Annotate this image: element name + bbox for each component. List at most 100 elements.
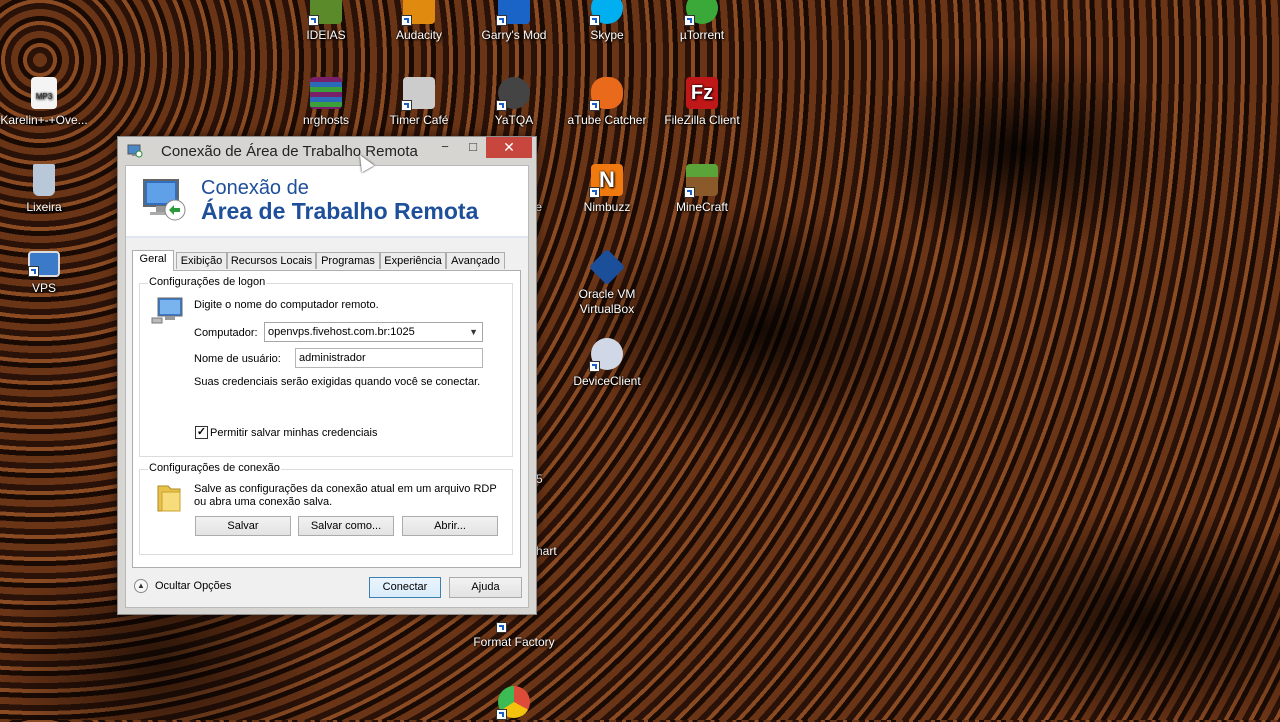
save-credentials-label[interactable]: Permitir salvar minhas credenciais xyxy=(210,427,378,439)
desktop-icon-deviceclient[interactable]: DeviceClient xyxy=(562,338,652,389)
nimbuzz-icon: N xyxy=(589,164,623,198)
virtualbox-icon xyxy=(588,248,626,286)
desktop-icon-partial-4[interactable]: 5 xyxy=(536,472,556,487)
computer-value: openvps.fivehost.com.br:1025 xyxy=(268,326,415,338)
desktop-icon-label: VPS xyxy=(31,281,56,295)
desktop-icon-label: hart xyxy=(536,544,557,558)
remote-desktop-icon xyxy=(28,251,60,277)
desktop-icon-label: FileZilla Client xyxy=(664,113,740,127)
desktop-icon-nrghosts[interactable]: nrghosts xyxy=(281,77,371,128)
dialog-client-area: Conexão de Área de Trabalho Remota Geral… xyxy=(125,165,529,608)
desktop-icon-karelin[interactable]: MP3 Karelin+-+Ove... xyxy=(0,77,89,128)
username-label: Nome de usuário: xyxy=(194,353,281,365)
audio-icon xyxy=(401,0,435,26)
connection-settings-group: Configurações de conexão Salve as config… xyxy=(139,462,513,555)
save-button[interactable]: Salvar xyxy=(195,516,291,536)
banner-divider xyxy=(126,236,528,238)
desktop-icon-label: Nimbuzz xyxy=(583,200,631,214)
help-button[interactable]: Ajuda xyxy=(449,577,522,598)
folder-icon xyxy=(157,485,181,512)
desktop-icon-filezilla[interactable]: Fz FileZilla Client xyxy=(657,77,747,128)
save-credentials-checkbox[interactable]: ✓ xyxy=(195,426,208,439)
computer-label: Computador: xyxy=(194,327,258,339)
desktop-icon-label: DeviceClient xyxy=(573,374,641,388)
desktop-icon-label: Lixeira xyxy=(26,200,62,214)
device-icon xyxy=(589,338,623,372)
logon-intro-text: Digite o nome do computador remoto. xyxy=(194,299,379,311)
recycle-bin-icon xyxy=(33,164,55,196)
logon-group-title: Configurações de logon xyxy=(148,276,267,288)
hide-options-link[interactable]: Ocultar Opções xyxy=(155,580,231,592)
torrent-icon xyxy=(684,0,718,26)
desktop-icon-timer-cafe[interactable]: Timer Café xyxy=(374,77,464,128)
desktop-icon-nimbuzz[interactable]: N Nimbuzz xyxy=(562,164,652,215)
filezilla-icon: Fz xyxy=(686,77,718,109)
title-bar[interactable]: Conexão de Área de Trabalho Remota − □ ✕ xyxy=(118,137,536,165)
desktop-icon-label: Skype xyxy=(590,28,624,42)
banner-title-line1: Conexão de xyxy=(201,177,309,199)
computer-combobox[interactable]: openvps.fivehost.com.br:1025 ▼ xyxy=(264,322,483,342)
computer-icon xyxy=(151,297,183,324)
remote-desktop-banner-icon xyxy=(143,179,186,221)
desktop-icon-label: Format Factory xyxy=(473,635,555,649)
banner-title-line2: Área de Trabalho Remota xyxy=(201,198,479,224)
username-input[interactable] xyxy=(295,348,483,368)
desktop-icon-label: IDEIAS xyxy=(306,28,346,42)
desktop-icon-label: 5 xyxy=(536,472,543,486)
desktop-icon-vps[interactable]: VPS xyxy=(0,251,89,296)
close-button[interactable]: ✕ xyxy=(486,137,532,158)
desktop-icon-ideias[interactable]: IDEIAS xyxy=(281,0,371,43)
desktop-icon-label: MineCraft xyxy=(675,200,728,214)
credentials-note: Suas credenciais serão exigidas quando v… xyxy=(194,376,481,388)
connection-text-line1: Salve as configurações da conexão atual … xyxy=(194,483,497,495)
tab-exibicao[interactable]: Exibição xyxy=(176,252,227,269)
game-icon xyxy=(496,0,530,26)
hand-icon xyxy=(589,77,623,111)
desktop-icon-utorrent[interactable]: µTorrent xyxy=(657,0,747,43)
desktop-icon-label: nrghosts xyxy=(302,113,350,127)
remote-desktop-dialog: Conexão de Área de Trabalho Remota − □ ✕… xyxy=(117,136,537,615)
timer-icon xyxy=(401,77,435,111)
desktop-icon-chrome[interactable] xyxy=(469,686,559,722)
maximize-button[interactable]: □ xyxy=(460,137,486,158)
open-button[interactable]: Abrir... xyxy=(402,516,498,536)
chrome-icon xyxy=(496,686,530,720)
desktop-icon-minecraft[interactable]: MineCraft xyxy=(657,164,747,215)
tab-experiencia[interactable]: Experiência xyxy=(380,252,446,269)
archive-icon xyxy=(310,77,342,109)
desktop-icon-audacity[interactable]: Audacity xyxy=(374,0,464,43)
minimize-button[interactable]: − xyxy=(432,137,458,158)
tab-geral[interactable]: Geral xyxy=(132,250,174,271)
save-as-button[interactable]: Salvar como... xyxy=(298,516,394,536)
chevron-down-icon[interactable]: ▼ xyxy=(469,323,478,341)
desktop-icon-virtualbox[interactable]: Oracle VM VirtualBox xyxy=(562,248,652,317)
banner: Conexão de Área de Trabalho Remota xyxy=(126,166,528,236)
desktop-icon-atube-catcher[interactable]: aTube Catcher xyxy=(562,77,652,128)
skype-icon xyxy=(589,0,623,26)
desktop-icon-label: Timer Café xyxy=(389,113,449,127)
desktop-icon-partial-5[interactable]: hart xyxy=(536,544,576,559)
desktop-icon-label: Garry's Mod xyxy=(481,28,547,42)
desktop-icon-garrys-mod[interactable]: Garry's Mod xyxy=(469,0,559,43)
desktop-icon-label: YaTQA xyxy=(494,113,534,127)
connection-group-title: Configurações de conexão xyxy=(148,462,281,474)
chevron-up-icon[interactable]: ▲ xyxy=(134,579,148,593)
desktop-icon-label: Audacity xyxy=(395,28,443,42)
window-title: Conexão de Área de Trabalho Remota xyxy=(161,143,418,160)
minecraft-icon xyxy=(684,164,718,198)
desktop-icon-lixeira[interactable]: Lixeira xyxy=(0,164,89,215)
tab-panel-geral: Configurações de logon Digite o nome do … xyxy=(132,270,521,568)
tab-avancado[interactable]: Avançado xyxy=(446,252,505,269)
tab-programas[interactable]: Programas xyxy=(316,252,380,269)
headset-icon xyxy=(496,77,530,111)
mp3-file-icon: MP3 xyxy=(31,77,57,109)
desktop-icon-label: Oracle VM VirtualBox xyxy=(578,287,636,316)
desktop-icon-label: µTorrent xyxy=(679,28,725,42)
desktop-icon-label: Karelin+-+Ove... xyxy=(0,113,88,127)
connect-button[interactable]: Conectar xyxy=(369,577,441,598)
app-icon xyxy=(308,0,342,26)
desktop-icon-label: aTube Catcher xyxy=(567,113,647,127)
tab-recursos-locais[interactable]: Recursos Locais xyxy=(227,252,316,269)
desktop-icon-skype[interactable]: Skype xyxy=(562,0,652,43)
desktop-icon-yatqa[interactable]: YaTQA xyxy=(469,77,559,128)
